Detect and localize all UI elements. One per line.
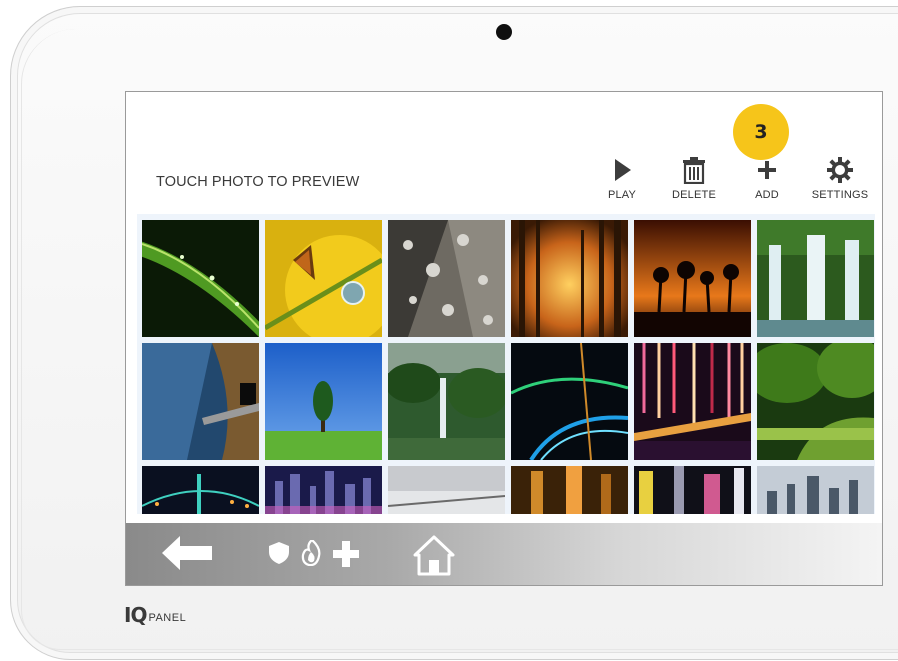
add-button[interactable]: ADD (732, 156, 802, 206)
photo-thumbnail[interactable] (265, 466, 382, 514)
photo-grid (137, 214, 875, 514)
back-arrow-icon[interactable] (162, 536, 214, 570)
logo-iq: IQ (124, 603, 147, 627)
front-camera (496, 24, 512, 40)
step-badge: 3 (733, 104, 789, 160)
home-icon[interactable] (413, 534, 455, 576)
photo-thumbnail[interactable] (757, 343, 874, 460)
photo-thumbnail[interactable] (388, 343, 505, 460)
bottom-navbar (126, 523, 882, 585)
logo-panel: PANEL (148, 611, 187, 624)
plus-icon (758, 161, 776, 179)
photo-thumbnail[interactable] (388, 466, 505, 514)
screen: TOUCH PHOTO TO PREVIEW 3 PLAY DELETE ADD (125, 91, 883, 586)
gear-icon (827, 157, 853, 183)
photo-thumbnail[interactable] (634, 343, 751, 460)
photo-thumbnail[interactable] (265, 343, 382, 460)
photo-thumbnail[interactable] (757, 220, 874, 337)
photo-thumbnail[interactable] (142, 343, 259, 460)
photo-thumbnail[interactable] (511, 220, 628, 337)
settings-label: SETTINGS (811, 189, 869, 201)
photo-thumbnail[interactable] (511, 466, 628, 514)
trash-icon (683, 157, 705, 184)
page-title: TOUCH PHOTO TO PREVIEW (156, 174, 360, 190)
photo-thumbnail[interactable] (265, 220, 382, 337)
photo-thumbnail[interactable] (634, 466, 751, 514)
delete-label: DELETE (672, 189, 716, 201)
delete-button[interactable]: DELETE (659, 156, 729, 206)
fire-icon[interactable] (301, 540, 323, 566)
photo-thumbnail[interactable] (388, 220, 505, 337)
photo-thumbnail[interactable] (142, 466, 259, 514)
photo-thumbnail[interactable] (757, 466, 874, 514)
add-label: ADD (755, 189, 779, 201)
play-label: PLAY (607, 189, 637, 201)
photo-thumbnail[interactable] (142, 220, 259, 337)
brand-logo: IQ PANEL (124, 603, 186, 627)
settings-button[interactable]: SETTINGS (805, 156, 875, 206)
photo-thumbnail[interactable] (634, 220, 751, 337)
photo-thumbnail[interactable] (511, 343, 628, 460)
medical-cross-icon[interactable] (333, 541, 359, 567)
play-icon (615, 159, 631, 181)
shield-icon[interactable] (269, 542, 289, 564)
play-button[interactable]: PLAY (587, 156, 657, 206)
